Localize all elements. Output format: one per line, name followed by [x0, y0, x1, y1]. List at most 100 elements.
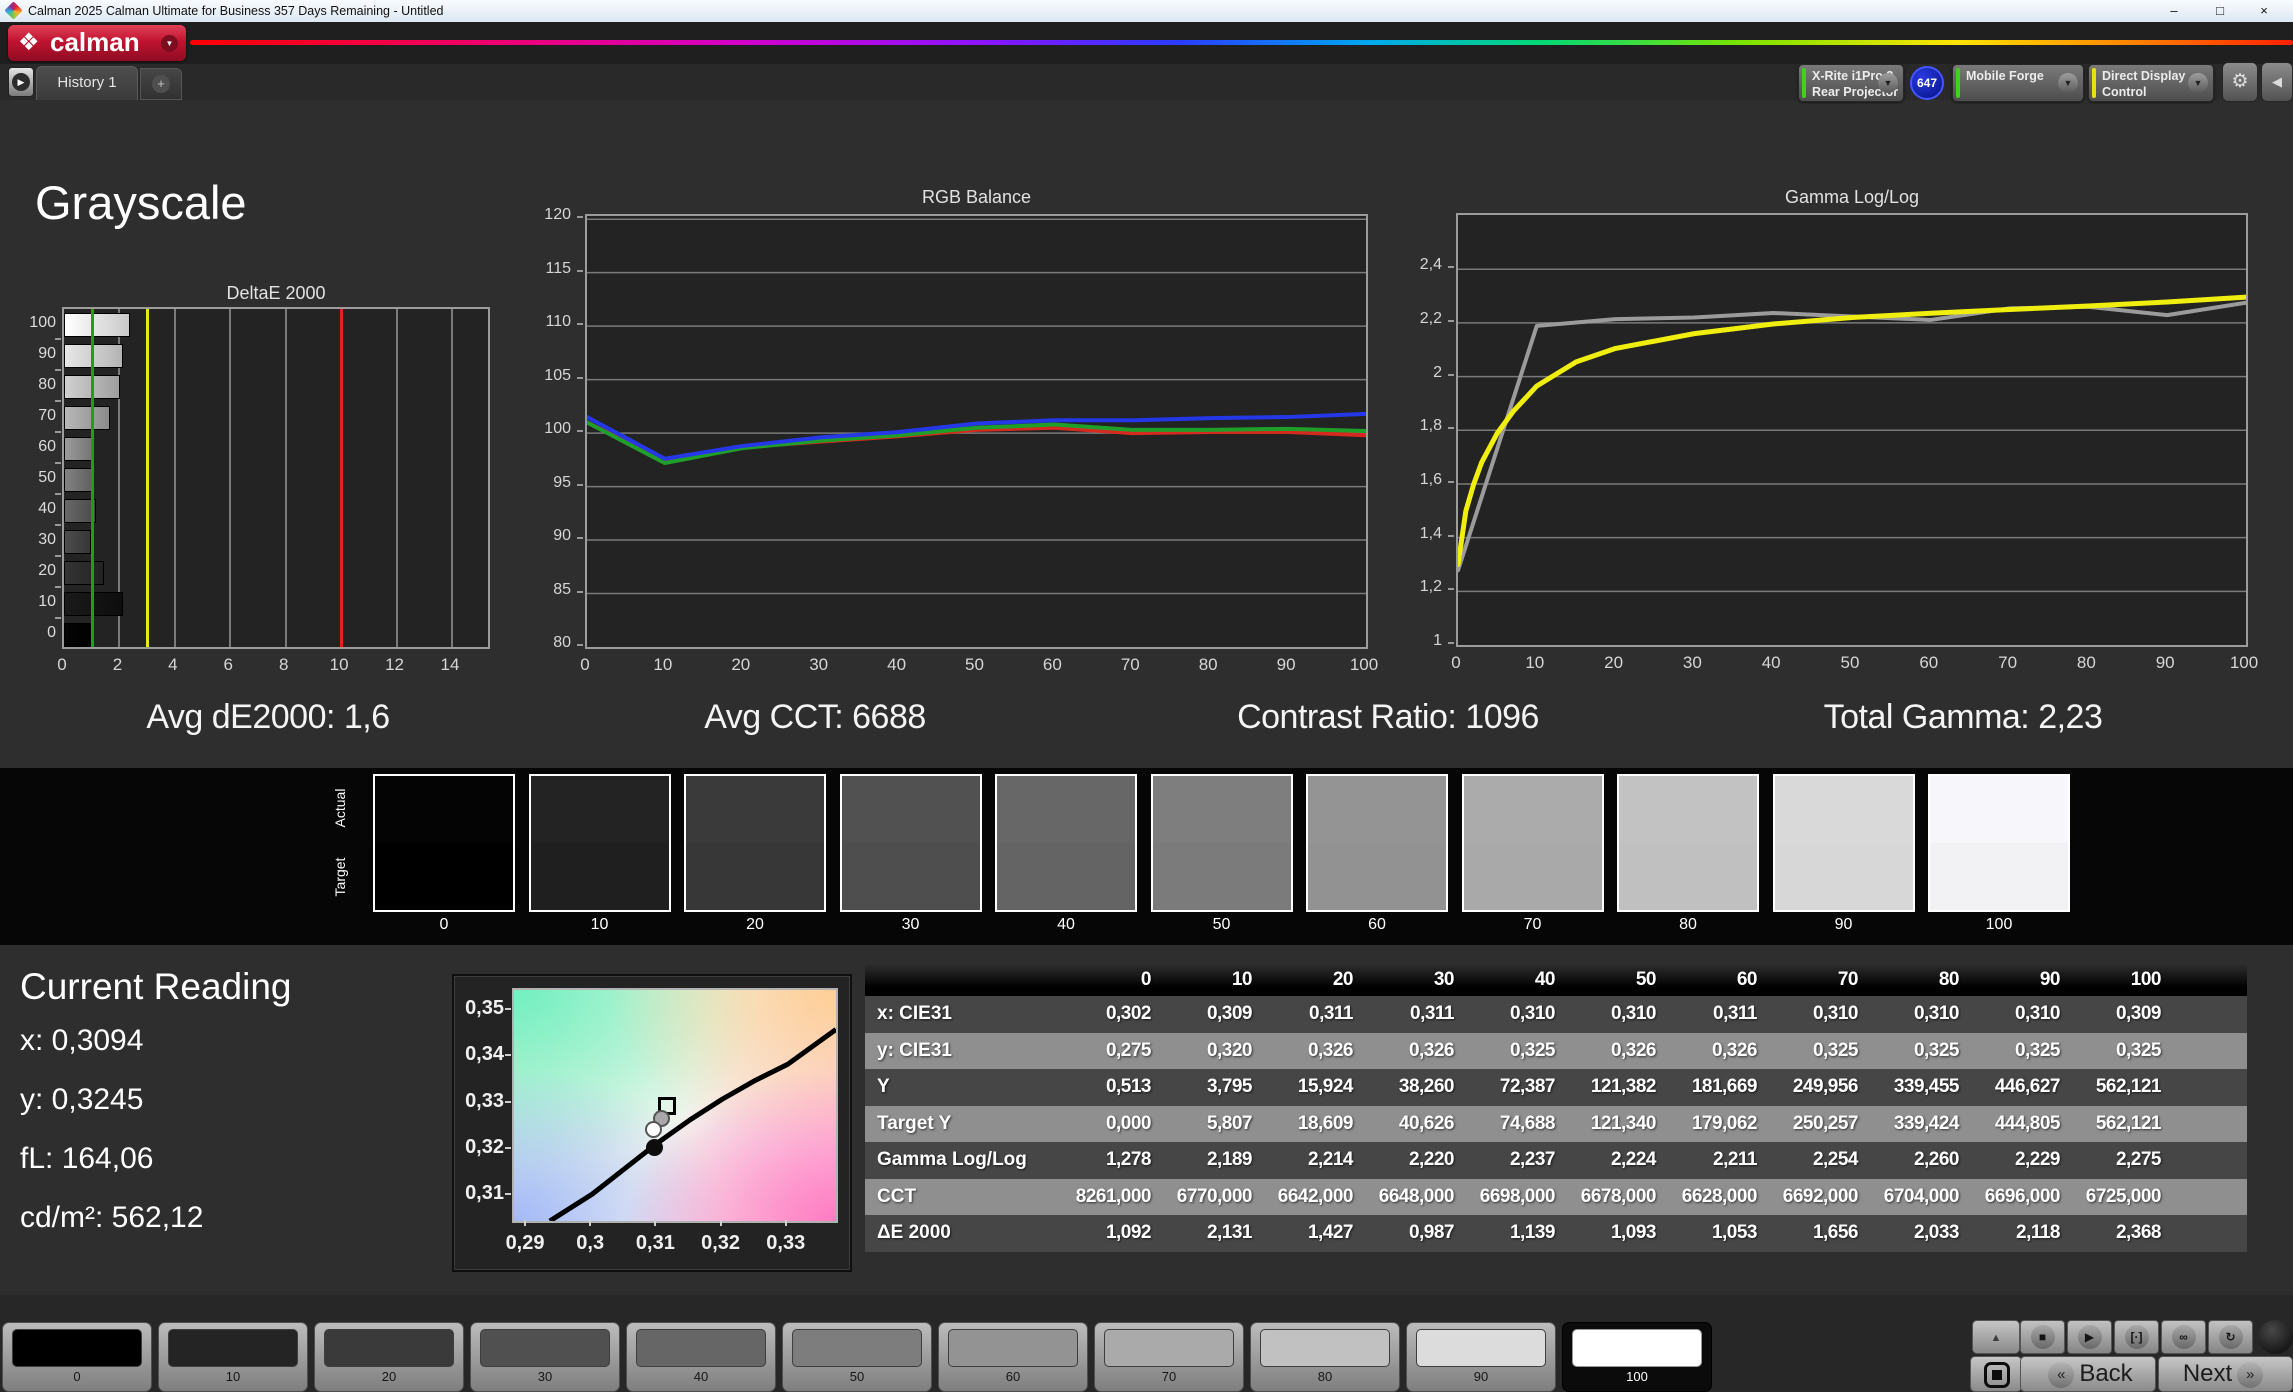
pattern-window-button[interactable]	[1970, 1356, 2022, 1392]
display-control-dropdown[interactable]: Direct Display Control ▼	[2088, 64, 2214, 102]
patch-button-20[interactable]: 20	[314, 1322, 464, 1392]
table-cell: 6628,000	[1681, 1185, 1758, 1207]
x-tick-label: 50	[965, 655, 984, 674]
chevron-down-icon: ▼	[2188, 73, 2208, 93]
grid-line	[450, 309, 453, 647]
meter-count-badge[interactable]: 647	[1910, 66, 1944, 100]
y-tick-label: 115	[545, 259, 571, 277]
play-icon: ▶	[2077, 1325, 2102, 1349]
table-cell: 2,214	[1307, 1149, 1354, 1170]
deltae-bar-100	[64, 313, 130, 337]
tick-mark	[577, 644, 583, 646]
grid-line	[229, 309, 232, 647]
chevron-down-icon: ▼	[1878, 73, 1898, 93]
calman-menu-button[interactable]: ❖ calman ▼	[8, 25, 186, 61]
x-tick-label: 20	[731, 655, 751, 674]
collapse-panel-button[interactable]: ◀	[2261, 62, 2293, 102]
chart-title: Gamma Log/Log	[1784, 187, 1920, 207]
tick-mark	[1448, 534, 1454, 537]
actual-swatch	[530, 776, 669, 843]
swatch-level-label: 90	[1834, 916, 1853, 933]
history-play-button[interactable]: ▶	[8, 67, 34, 97]
loop-button[interactable]: ↻	[2208, 1320, 2253, 1354]
patch-label: 80	[1317, 1369, 1333, 1384]
rgb-plot-area	[585, 214, 1368, 649]
patch-swatch	[480, 1329, 610, 1367]
actual-row-label: Actual	[332, 788, 348, 828]
reference-line	[146, 309, 150, 647]
close-button[interactable]: ×	[2243, 0, 2285, 22]
tab-row: ▶ History 1 +	[0, 64, 2293, 100]
play-button[interactable]: ▶	[2067, 1320, 2112, 1354]
table-cell: 15,924	[1297, 1076, 1354, 1097]
actual-swatch	[1152, 776, 1291, 843]
patch-button-40[interactable]: 40	[626, 1322, 776, 1392]
measure-transport-controls: ■ ▶ [·] ∞ ↻	[2020, 1320, 2253, 1354]
minimize-button[interactable]: –	[2153, 0, 2195, 22]
table-row: ΔE 2000 1,092 2,131 1,427 0,987 1,139 1,093 1,0…	[865, 1215, 2247, 1252]
back-button[interactable]: «Back	[2020, 1356, 2156, 1392]
table-cell: 1,656	[1812, 1222, 1859, 1243]
pattern-window-icon: [·]	[2124, 1325, 2149, 1349]
table-cell: 0,320	[1206, 1039, 1253, 1061]
x-tick-label: 0	[57, 655, 67, 674]
play-icon: ▶	[12, 73, 30, 91]
rainbow-strip	[190, 40, 2293, 45]
tick-mark	[55, 338, 61, 340]
next-button[interactable]: Next»	[2158, 1356, 2293, 1392]
x-tick-label: 8	[278, 655, 289, 674]
plus-icon: +	[152, 75, 170, 93]
table-cell: 2,118	[2016, 1222, 2061, 1243]
tab-history-1[interactable]: History 1	[36, 66, 138, 100]
patch-button-70[interactable]: 70	[1094, 1322, 1244, 1392]
table-cell: 6770,000	[1176, 1185, 1253, 1207]
tick-mark	[524, 1220, 527, 1226]
patch-button-60[interactable]: 60	[938, 1322, 1088, 1392]
table-row-label: Y	[877, 1076, 890, 1097]
table-cell: 1,427	[1307, 1222, 1354, 1243]
table-cell: 1,278	[1105, 1149, 1152, 1170]
tick-mark	[577, 323, 583, 326]
settings-button[interactable]: ⚙	[2222, 62, 2258, 102]
patch-swatch	[1416, 1329, 1546, 1367]
stat-contrast-ratio: Contrast Ratio: 1096	[1237, 698, 1539, 736]
continuous-button[interactable]: ∞	[2161, 1320, 2206, 1354]
continuous-icon: ∞	[2171, 1325, 2196, 1349]
grayscale-swatch-50	[1150, 774, 1293, 912]
patch-swatch	[1260, 1329, 1390, 1367]
y-tick-label: 85	[553, 580, 571, 598]
meter-dropdown[interactable]: X-Rite i1Pro 3 Rear Projector ▼	[1798, 64, 1904, 102]
chevron-down-icon: ▼	[2058, 73, 2078, 93]
y-tick-label: 105	[544, 366, 571, 384]
chart-title: RGB Balance	[921, 187, 1032, 207]
patch-button-80[interactable]: 80	[1250, 1322, 1400, 1392]
calman-logo-text: calman	[50, 27, 140, 57]
table-cell: 6725,000	[2085, 1185, 2162, 1207]
table-row: Gamma Log/Log 1,278 2,189 2,214 2,220 2,237 2,…	[865, 1142, 2247, 1179]
patch-button-10[interactable]: 10	[158, 1322, 308, 1392]
table-column-header: 30	[1433, 969, 1455, 990]
cie-x-tick-label: 0,31	[635, 1232, 675, 1254]
table-cell: 2,033	[1913, 1222, 1960, 1243]
maximize-button[interactable]: □	[2199, 0, 2241, 22]
stop-button[interactable]: ■	[2020, 1320, 2065, 1354]
add-tab-button[interactable]: +	[140, 68, 182, 100]
reading-y: y: 0,3245	[20, 1083, 144, 1116]
collapse-left-icon: ◀	[2272, 74, 2282, 89]
patch-button-50[interactable]: 50	[782, 1322, 932, 1392]
pattern-source-dropdown[interactable]: Mobile Forge ▼	[1952, 64, 2084, 102]
patch-button-90[interactable]: 90	[1406, 1322, 1556, 1392]
y-tick-label: 95	[553, 473, 571, 491]
pattern-window-button[interactable]: [·]	[2114, 1320, 2159, 1354]
grayscale-swatch-strip: Actual Target 0 10 20 30 40 50 60 70 80 90 100	[0, 768, 2293, 945]
deltae-category-label: 90	[38, 345, 56, 362]
reading-fl: fL: 164,06	[20, 1142, 154, 1175]
patch-button-0[interactable]: 0	[2, 1322, 152, 1392]
deltae-bar-70	[64, 406, 110, 430]
table-cell: 0,310	[1509, 1003, 1556, 1024]
expand-pattern-bar-button[interactable]: ▲	[1972, 1320, 2020, 1354]
patch-button-100[interactable]: 100	[1562, 1322, 1712, 1392]
patch-button-30[interactable]: 30	[470, 1322, 620, 1392]
rgb-balance-chart: RGB Balance 80 85 90 95 100 105 110 115 120 0 10 20…	[540, 183, 1392, 698]
table-filler	[2171, 1033, 2247, 1070]
